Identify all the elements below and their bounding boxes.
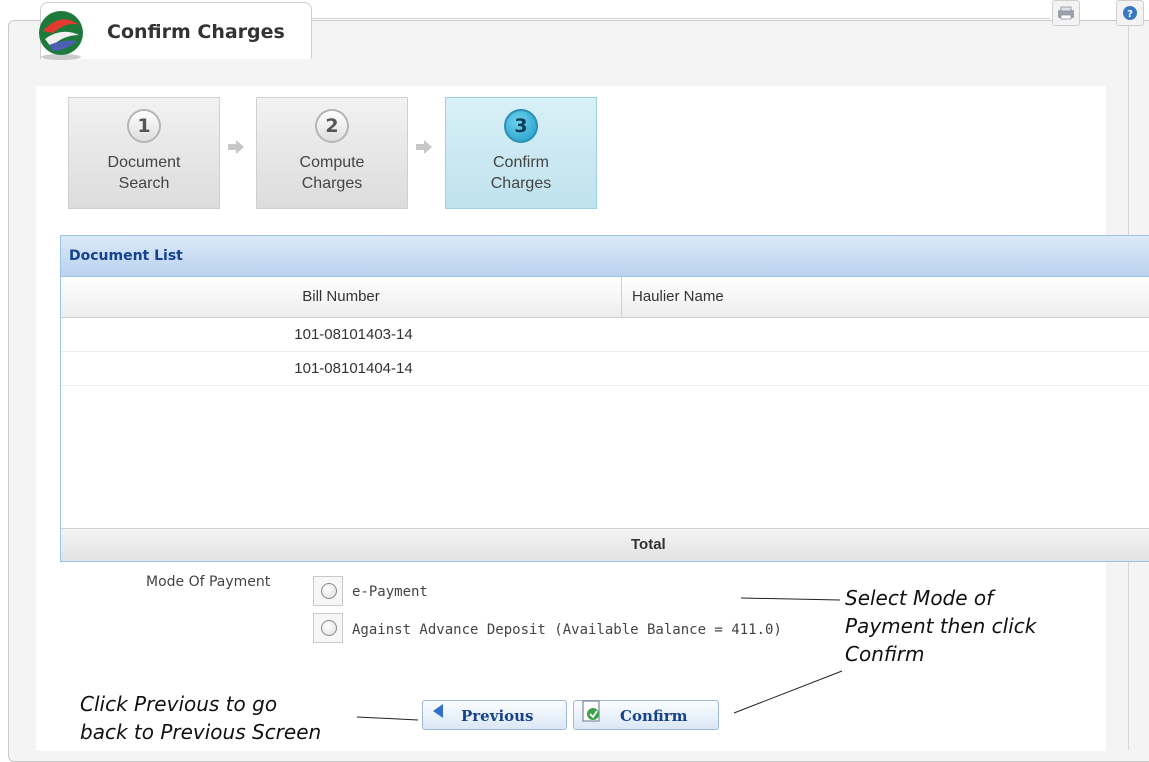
annotation-select-payment: Select Mode of Payment then click Confir… — [845, 586, 1037, 666]
annotation-click-previous: Click Previous to go back to Previous Sc… — [80, 692, 322, 744]
